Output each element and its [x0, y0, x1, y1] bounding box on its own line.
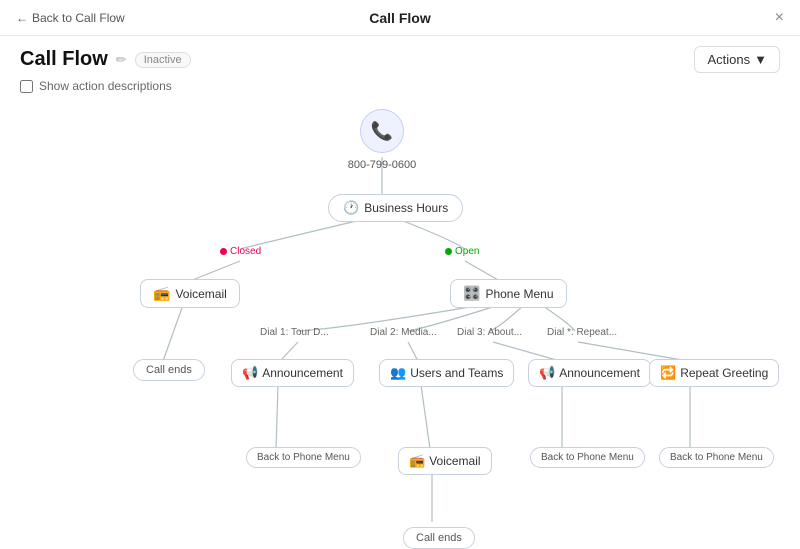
show-descriptions-row: Show action descriptions	[0, 77, 800, 99]
sub-header: Call Flow ✏ Inactive Actions ▼	[0, 36, 800, 77]
header: ← Back to Call Flow Call Flow ×	[0, 0, 800, 36]
announcement-node-2[interactable]: 📢 Announcement	[528, 359, 651, 387]
closed-label: Closed	[220, 246, 261, 257]
back-phone-menu-node-3: Back to Phone Menu	[659, 447, 774, 468]
voicemail-node-2[interactable]: 📻 Voicemail	[398, 447, 492, 475]
dial-3-label: Dial 3: About...	[457, 327, 522, 338]
phone-number-label: 800-799-0600	[340, 159, 424, 171]
phone-menu-icon: 🎛️	[463, 285, 480, 302]
back-phone-menu-node-1: Back to Phone Menu	[246, 447, 361, 468]
phone-icon: 📞	[371, 121, 393, 142]
title-area: Call Flow ✏ Inactive	[20, 48, 191, 71]
dial-1-label: Dial 1: Tour D...	[260, 327, 329, 338]
repeat-greeting-node[interactable]: 🔁 Repeat Greeting	[649, 359, 779, 387]
users-teams-node[interactable]: 👥 Users and Teams	[379, 359, 514, 387]
inactive-badge: Inactive	[135, 52, 191, 68]
closed-dot	[220, 248, 227, 255]
open-label: Open	[445, 246, 479, 257]
phone-menu-node[interactable]: 🎛️ Phone Menu	[450, 279, 567, 308]
edit-icon[interactable]: ✏	[116, 52, 127, 68]
open-dot	[445, 248, 452, 255]
clock-icon: 🕐	[343, 200, 359, 216]
actions-chevron-icon: ▼	[754, 52, 767, 67]
voicemail-2-icon: 📻	[409, 453, 425, 469]
call-ends-node-2: Call ends	[403, 527, 475, 549]
dial-4-label: Dial *: Repeat...	[547, 327, 617, 338]
show-descriptions-checkbox[interactable]	[20, 80, 33, 93]
flow-canvas: 📞 800-799-0600 🕐 Business Hours Closed O…	[0, 99, 800, 522]
call-ends-node-1: Call ends	[133, 359, 205, 381]
page-title: Call Flow	[20, 48, 108, 71]
announcement-2-icon: 📢	[539, 365, 555, 381]
voicemail-node[interactable]: 📻 Voicemail	[140, 279, 240, 308]
close-button[interactable]: ×	[775, 9, 784, 27]
business-hours-node[interactable]: 🕐 Business Hours	[328, 194, 463, 222]
back-link[interactable]: ← Back to Call Flow	[16, 11, 125, 25]
dial-2-label: Dial 2: Media...	[370, 327, 437, 338]
actions-button[interactable]: Actions ▼	[694, 46, 780, 73]
announcement-node-1[interactable]: 📢 Announcement	[231, 359, 354, 387]
phone-node[interactable]: 📞	[360, 109, 404, 153]
users-teams-icon: 👥	[390, 365, 406, 381]
back-arrow-icon: ←	[16, 11, 28, 25]
show-descriptions-label[interactable]: Show action descriptions	[39, 79, 172, 93]
voicemail-icon: 📻	[153, 285, 170, 302]
repeat-greeting-icon: 🔁	[660, 365, 676, 381]
header-title: Call Flow	[369, 10, 430, 26]
actions-label: Actions	[707, 52, 750, 67]
back-phone-menu-node-2: Back to Phone Menu	[530, 447, 645, 468]
back-label: Back to Call Flow	[32, 11, 125, 25]
announcement-1-icon: 📢	[242, 365, 258, 381]
